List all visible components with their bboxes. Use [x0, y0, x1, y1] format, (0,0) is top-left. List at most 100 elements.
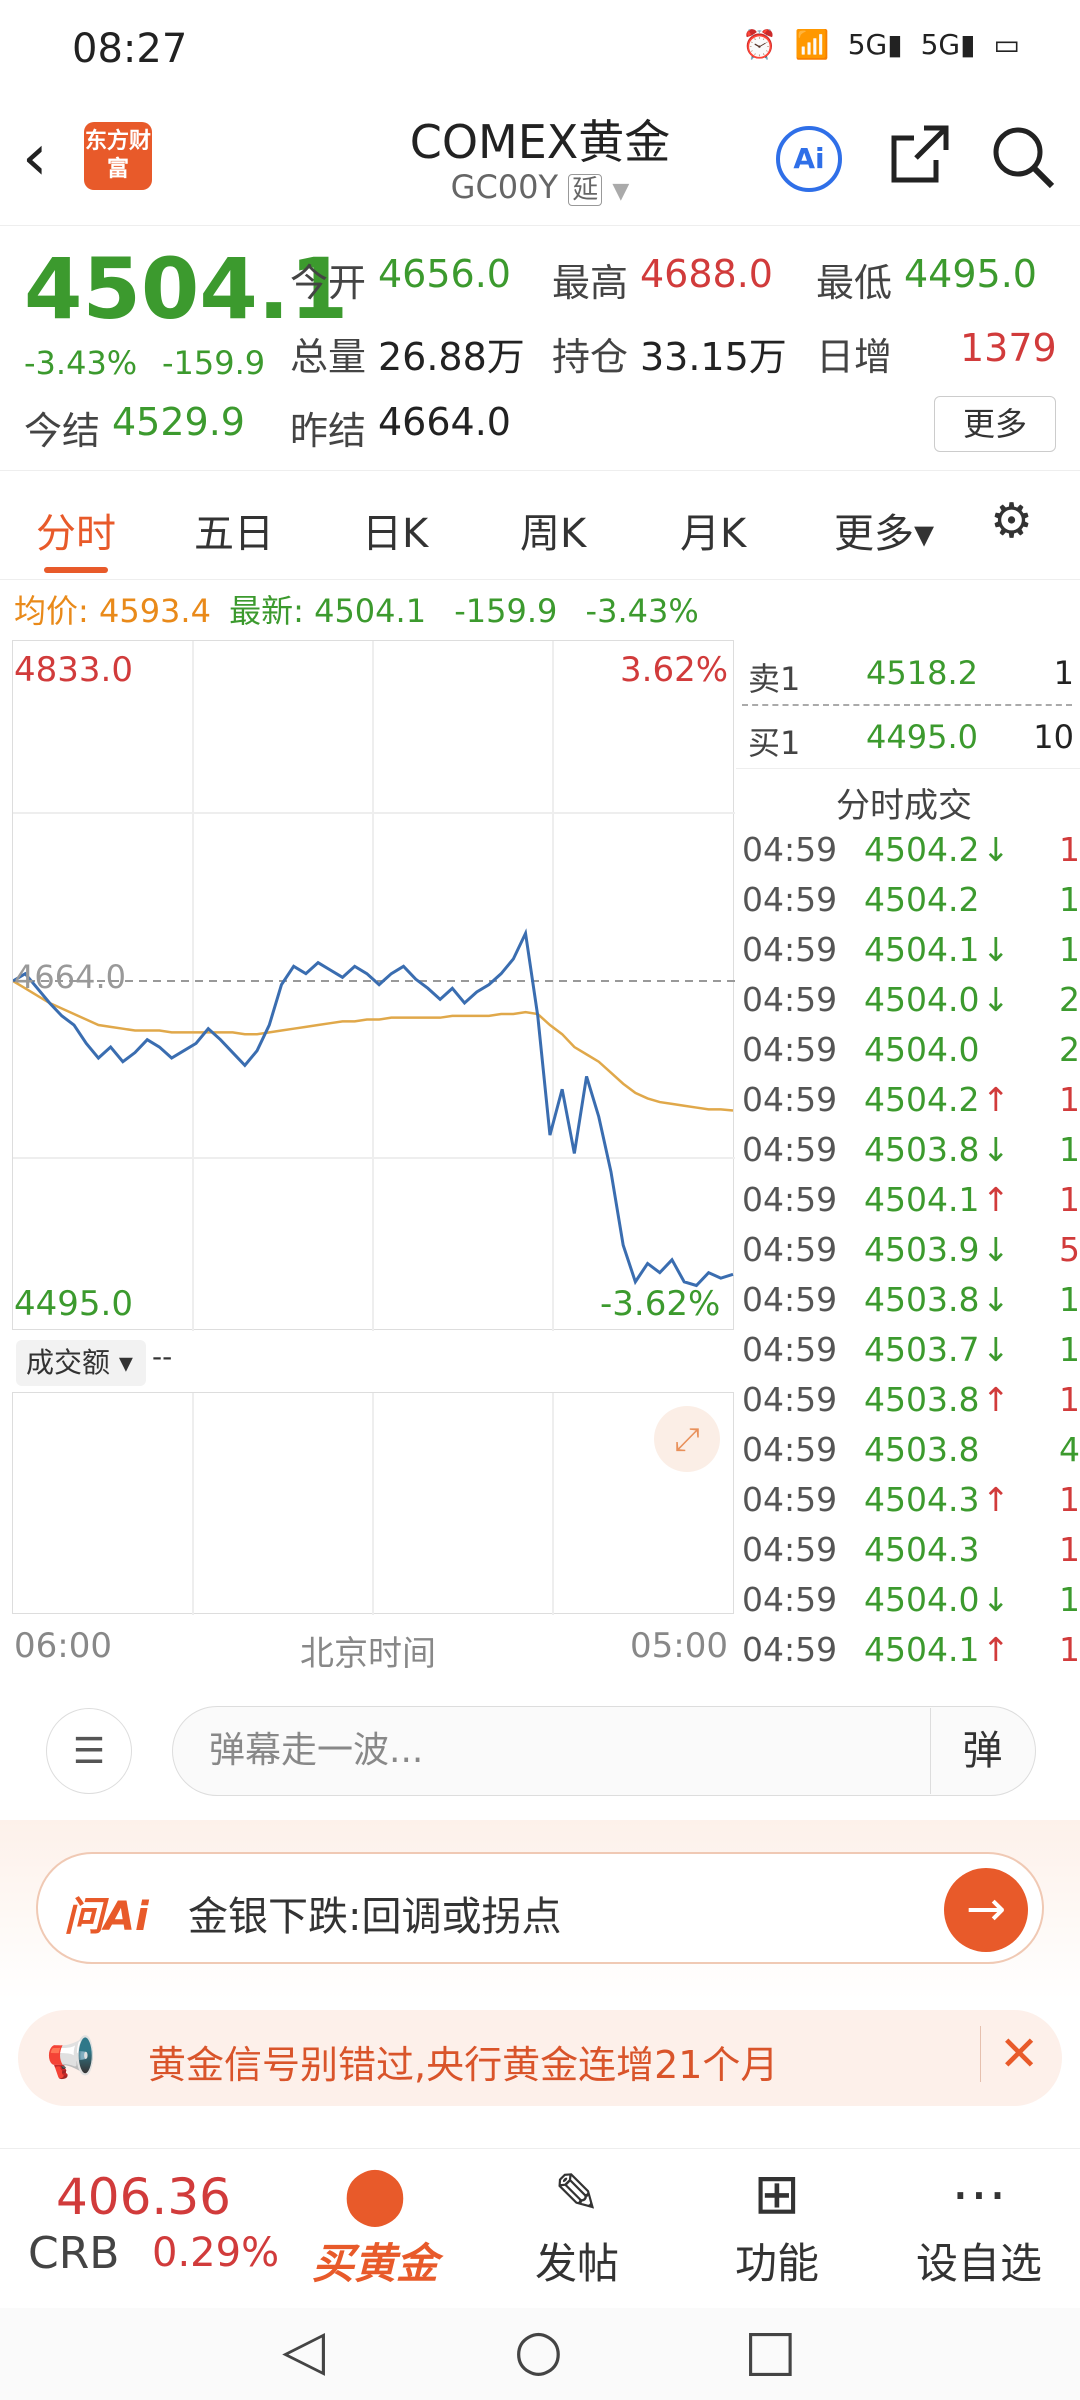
trade-row: 04:59 4504.1 ↑ 1: [742, 1630, 1080, 1680]
tab-daily-k[interactable]: 日K: [362, 501, 428, 559]
danmaku-input[interactable]: 弹幕走一波...: [172, 1706, 1036, 1796]
crb-name[interactable]: CRB: [28, 2228, 119, 2279]
signal-5g-icon: 5G▮: [920, 28, 976, 61]
more-quote-button[interactable]: 更多: [934, 396, 1056, 452]
danmaku-settings-icon[interactable]: ☰: [46, 1708, 132, 1794]
battery-icon: ▭: [993, 28, 1020, 61]
expand-icon[interactable]: ⤢: [654, 1406, 720, 1472]
grid-icon: ⊞: [753, 2162, 801, 2227]
trade-row: 04:59 4504.1 ↓ 1: [742, 930, 1080, 980]
nav-add-watchlist[interactable]: ⋯ 设自选: [904, 2160, 1054, 2291]
notice-text[interactable]: 黄金信号别错过,央行黄金连增21个月: [148, 2034, 778, 2089]
trade-volume: 1: [1059, 1180, 1080, 1219]
chevron-down-icon: ▼: [612, 179, 630, 204]
tab-intraday[interactable]: 分时: [36, 501, 116, 559]
trade-time: 04:59: [742, 1430, 838, 1469]
gear-icon[interactable]: ⚙: [990, 493, 1033, 549]
recents-square-icon[interactable]: □: [744, 2318, 797, 2383]
x-axis-end: 05:00: [630, 1626, 728, 1666]
status-time: 08:27: [72, 26, 188, 72]
chart-min-pct: -3.62%: [600, 1284, 721, 1324]
trade-price: 4504.1: [864, 930, 980, 969]
quote-value: 4664.0: [378, 400, 511, 444]
trade-direction: ↑: [982, 1080, 1010, 1119]
home-circle-icon[interactable]: ○: [514, 2318, 563, 2383]
trade-price: 4504.1: [864, 1630, 980, 1669]
trade-volume: 1: [1059, 1130, 1080, 1169]
trade-direction: ↓: [982, 830, 1010, 869]
trade-time: 04:59: [742, 1630, 838, 1669]
quote-value: 4688.0: [640, 252, 773, 296]
nav-label: 功能: [734, 2239, 819, 2288]
trade-row: 04:59 4503.8 ↓ 1: [742, 1280, 1080, 1330]
page-subtitle[interactable]: GC00Y 延 ▼: [340, 168, 740, 206]
trade-time: 04:59: [742, 1580, 838, 1619]
trade-price: 4503.7: [864, 1330, 980, 1369]
trade-volume: 1: [1059, 880, 1080, 919]
ai-brand: 问Ai: [64, 1894, 149, 1940]
bid-price: 4495.0: [866, 718, 978, 756]
volume-selector[interactable]: 成交额 ▾: [16, 1340, 146, 1386]
back-button[interactable]: ‹: [22, 118, 82, 198]
danmaku-send-button[interactable]: 弹: [930, 1708, 1034, 1794]
volume-value: --: [152, 1340, 173, 1373]
latest-label: 最新:: [229, 592, 304, 630]
avg-value: 4593.4: [98, 592, 211, 630]
quote-label: 持仓: [552, 335, 629, 379]
chart-tabs: 分时 五日 日K 周K 月K 更多▾ ⚙: [0, 470, 1080, 580]
trade-price: 4504.0: [864, 1030, 980, 1069]
crb-price[interactable]: 406.36: [56, 2168, 231, 2226]
trade-direction: ↑: [982, 1630, 1010, 1669]
ask-volume: 1: [1053, 654, 1074, 692]
quote-label: 日增: [816, 335, 893, 379]
arrow-right-icon[interactable]: →: [944, 1868, 1028, 1952]
chart-max-price: 4833.0: [14, 650, 133, 690]
trade-price: 4503.9: [864, 1230, 980, 1269]
chart-max-pct: 3.62%: [620, 650, 729, 690]
ai-question-text[interactable]: 金银下跌:回调或拐点: [188, 1884, 561, 1942]
trade-price: 4504.0: [864, 980, 980, 1019]
quote-value: 1379: [960, 326, 1057, 370]
nav-buy-gold[interactable]: ⬤ 买黄金: [300, 2160, 450, 2291]
back-triangle-icon[interactable]: ◁: [282, 2318, 325, 2383]
nav-functions[interactable]: ⊞ 功能: [702, 2160, 852, 2291]
nav-post[interactable]: ✎ 发帖: [502, 2160, 652, 2291]
tab-five-day[interactable]: 五日: [194, 501, 274, 559]
x-axis-label: 北京时间: [300, 1634, 436, 1674]
trade-direction: ↓: [982, 980, 1010, 1019]
trade-direction: ↓: [982, 1580, 1010, 1619]
quote-value: 4495.0: [904, 252, 1037, 296]
trade-time: 04:59: [742, 1530, 838, 1569]
alarm-icon: ⏰: [741, 28, 777, 61]
trade-volume: 1: [1059, 930, 1080, 969]
trade-price: 4504.3: [864, 1530, 980, 1569]
trade-direction: ↓: [982, 1130, 1010, 1169]
trade-time: 04:59: [742, 1130, 838, 1169]
avg-info-row: 均价: 4593.4 最新: 4504.1 -159.9 -3.43%: [14, 586, 699, 632]
latest-change: -159.9: [454, 592, 558, 630]
trade-row: 04:59 4503.8 ↓ 1: [742, 1130, 1080, 1180]
trade-time: 04:59: [742, 1380, 838, 1419]
avg-label: 均价:: [14, 592, 89, 630]
trade-volume: 1: [1059, 830, 1080, 869]
trade-row: 04:59 4503.7 ↓ 1: [742, 1330, 1080, 1380]
tab-weekly-k[interactable]: 周K: [520, 501, 586, 559]
trade-direction: ↑: [982, 1380, 1010, 1419]
bid-volume: 10: [1033, 718, 1074, 756]
page-title: COMEX黄金: [409, 115, 671, 169]
ask-label: 卖1: [748, 660, 801, 698]
close-icon[interactable]: ✕: [980, 2026, 1039, 2082]
x-axis-start: 06:00: [14, 1626, 112, 1666]
quote-label: 昨结: [290, 409, 367, 453]
divider: [736, 768, 1080, 769]
tab-more[interactable]: 更多▾: [834, 501, 934, 559]
trade-time: 04:59: [742, 1180, 838, 1219]
tab-monthly-k[interactable]: 月K: [680, 501, 746, 559]
bid-label: 买1: [748, 724, 801, 762]
ai-button[interactable]: Ai: [776, 126, 842, 192]
search-icon[interactable]: [988, 122, 1058, 192]
latest-pct: -3.43%: [585, 592, 699, 630]
crb-pct[interactable]: 0.29%: [152, 2230, 279, 2276]
share-icon[interactable]: [884, 120, 954, 190]
trade-price: 4504.0: [864, 1580, 980, 1619]
